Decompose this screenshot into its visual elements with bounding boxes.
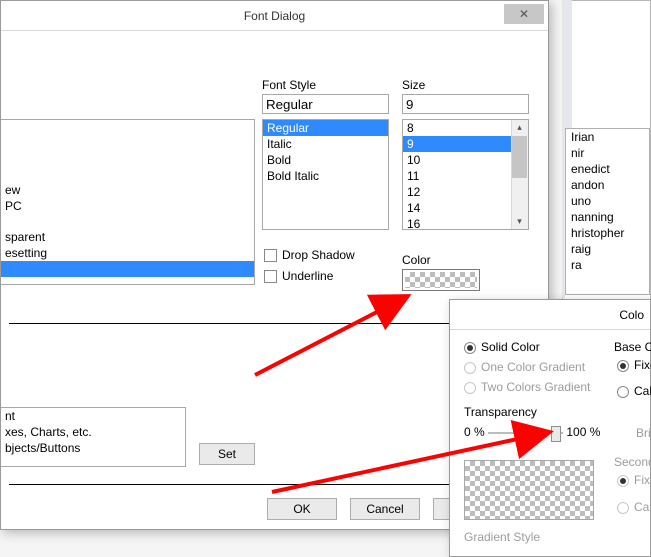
two-colors-gradient-radio: Two Colors Gradient [464, 380, 590, 394]
list-item[interactable]: 14 [403, 200, 528, 216]
list-item[interactable] [1, 214, 254, 229]
list-item[interactable]: ew [1, 182, 254, 198]
titlebar[interactable]: Font Dialog ✕ [1, 1, 548, 31]
lower-listbox[interactable]: nt xes, Charts, etc. bjects/Buttons [1, 407, 186, 467]
radio-icon [464, 362, 476, 374]
transparency-min-label: 0 % [464, 425, 485, 439]
scroll-thumb[interactable] [512, 136, 527, 178]
list-item[interactable]: hristopher [566, 225, 649, 241]
second-color-label: Second [614, 455, 651, 469]
transparent-checker-icon [405, 272, 477, 288]
list-item-selected[interactable]: 9 [403, 136, 528, 152]
close-icon: ✕ [519, 7, 529, 21]
list-item[interactable]: nt [1, 408, 185, 424]
second-calc-radio: Calcu [617, 500, 651, 514]
transparency-label: Transparency [464, 405, 537, 419]
fixed-label: Fixed [634, 473, 651, 487]
brightness-label: Brig [636, 426, 651, 440]
list-item[interactable]: PC [1, 198, 254, 214]
background-name-list[interactable]: Irian nir enedict andon uno nanning hris… [565, 128, 650, 295]
list-item[interactable]: 8 [403, 120, 528, 136]
list-item[interactable]: 11 [403, 168, 528, 184]
list-item[interactable]: Bold [263, 152, 388, 168]
list-item[interactable]: 16 [403, 216, 528, 230]
list-item[interactable]: Bold Italic [263, 168, 388, 184]
checkbox-icon [264, 270, 277, 283]
list-item[interactable]: esetting [1, 245, 254, 261]
radio-icon [617, 360, 629, 372]
gradient-preview [464, 460, 594, 520]
drop-shadow-checkbox[interactable]: Drop Shadow [264, 248, 355, 262]
list-item[interactable]: uno [566, 193, 649, 209]
chevron-up-icon[interactable]: ▴ [512, 120, 527, 135]
window-title: Colo [619, 300, 644, 330]
underline-checkbox[interactable]: Underline [264, 269, 333, 283]
list-item[interactable]: enedict [566, 161, 649, 177]
color-label: Color [402, 253, 431, 267]
scrollbar[interactable]: ▴ ▾ [511, 120, 528, 229]
close-button[interactable]: ✕ [504, 4, 544, 24]
font-style-listbox[interactable]: Regular Italic Bold Bold Italic [262, 119, 389, 230]
list-item[interactable]: sparent [1, 229, 254, 245]
list-item[interactable]: Italic [263, 136, 388, 152]
left-listbox[interactable]: ew PC sparent esetting [1, 119, 255, 285]
list-item[interactable]: bjects/Buttons [1, 440, 185, 456]
list-item[interactable]: 10 [403, 152, 528, 168]
transparency-slider-row: 0 % 100 % [464, 424, 600, 442]
transparency-max-label: 100 % [566, 425, 600, 439]
base-calc-radio[interactable]: Calcu [617, 384, 651, 398]
radio-icon [617, 502, 629, 514]
radio-icon [464, 342, 476, 354]
background-gap [562, 128, 565, 298]
size-label: Size [402, 78, 425, 92]
radio-icon [617, 475, 629, 487]
radio-icon [464, 382, 476, 394]
transparent-checker-icon [465, 461, 593, 519]
second-fixed-radio: Fixed [617, 473, 651, 487]
list-item[interactable]: nanning [566, 209, 649, 225]
fixed-label: Fixed [634, 358, 651, 372]
list-item[interactable]: xes, Charts, etc. [1, 424, 185, 440]
two-colors-gradient-label: Two Colors Gradient [481, 380, 590, 394]
slider-thumb[interactable] [551, 426, 561, 442]
one-color-gradient-label: One Color Gradient [481, 360, 585, 374]
size-input[interactable] [402, 94, 529, 114]
color-dialog: Colo Solid Color One Color Gradient Two … [449, 299, 651, 557]
background-gap [562, 0, 572, 128]
font-style-input[interactable] [262, 94, 389, 114]
list-item-selected[interactable] [1, 261, 254, 277]
chevron-down-icon[interactable]: ▾ [512, 214, 527, 229]
list-item[interactable]: Irian [566, 129, 649, 145]
solid-color-label: Solid Color [481, 340, 540, 354]
list-item-selected[interactable]: Regular [263, 120, 388, 136]
calc-label: Calcu [634, 384, 651, 398]
list-item[interactable]: ra [566, 257, 649, 273]
base-color-label: Base Co [614, 340, 651, 354]
ok-button[interactable]: OK [267, 498, 337, 520]
list-item[interactable]: 12 [403, 184, 528, 200]
cancel-button[interactable]: Cancel [350, 498, 420, 520]
base-fixed-radio[interactable]: Fixed [617, 358, 651, 372]
one-color-gradient-radio: One Color Gradient [464, 360, 585, 374]
underline-label: Underline [282, 269, 333, 283]
set-button[interactable]: Set [199, 443, 255, 465]
gradient-style-label: Gradient Style [464, 530, 540, 544]
window-title: Font Dialog [1, 1, 548, 31]
color-swatch[interactable] [402, 269, 480, 291]
transparency-slider[interactable] [488, 424, 563, 442]
solid-color-radio[interactable]: Solid Color [464, 340, 540, 354]
checkbox-icon [264, 249, 277, 262]
calc-label: Calcu [634, 500, 651, 514]
radio-icon [617, 386, 629, 398]
list-item[interactable]: andon [566, 177, 649, 193]
list-item[interactable]: raig [566, 241, 649, 257]
size-listbox[interactable]: 8 9 10 11 12 14 16 ▴ ▾ [402, 119, 529, 230]
titlebar[interactable]: Colo [450, 300, 650, 330]
list-item[interactable]: nir [566, 145, 649, 161]
font-style-label: Font Style [262, 78, 316, 92]
drop-shadow-label: Drop Shadow [282, 248, 355, 262]
